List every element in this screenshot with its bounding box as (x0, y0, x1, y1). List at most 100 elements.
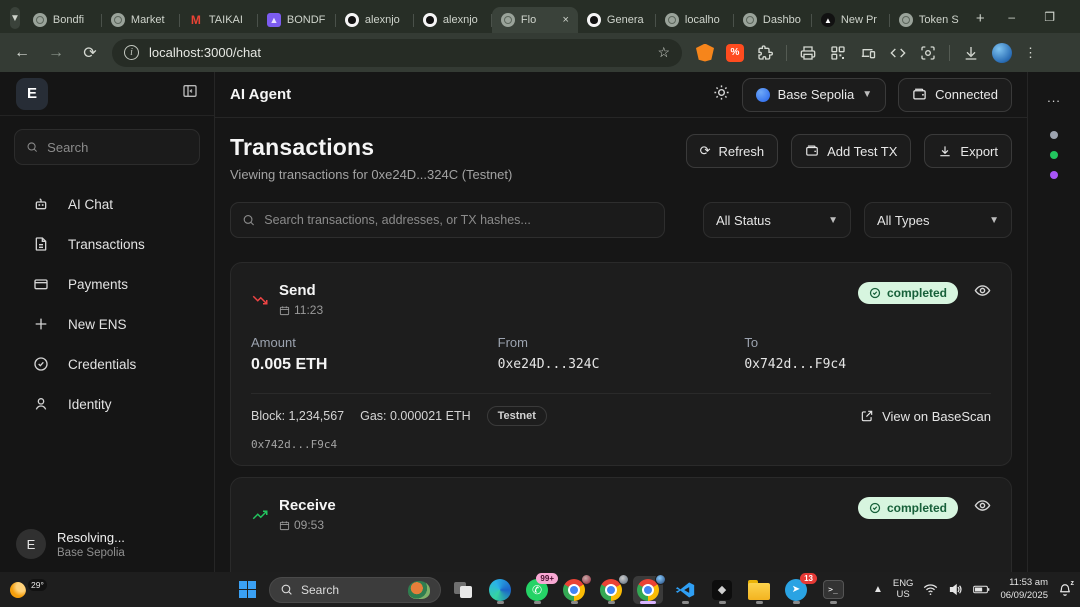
sidebar-search[interactable] (14, 129, 200, 165)
add-test-tx-button[interactable]: Add Test TX (791, 134, 912, 168)
browser-tab-alexnjo-1[interactable]: alexnjo (336, 7, 414, 33)
chrome-app-active[interactable] (633, 573, 666, 604)
site-info-icon[interactable]: i (124, 45, 139, 60)
notification-bell-icon[interactable]: z (1058, 580, 1074, 597)
url-bar[interactable]: i localhost:3000/chat ☆ (112, 38, 682, 67)
close-button[interactable]: ✕ (1069, 0, 1080, 33)
new-tab-button[interactable]: + (976, 10, 985, 27)
browser-tab-token[interactable]: Token S (890, 7, 968, 33)
sidebar-item-identity[interactable]: Identity (0, 384, 214, 424)
file-explorer-app[interactable] (744, 576, 774, 604)
weather-widget[interactable]: 29° (10, 578, 47, 598)
network-selector-label: Base Sepolia (777, 87, 855, 102)
edge-app[interactable] (485, 576, 515, 604)
sidebar-footer[interactable]: E Resolving... Base Sepolia (0, 516, 214, 572)
browser-tab-active-flo[interactable]: Flo × (491, 7, 578, 33)
status-filter-select[interactable]: All Status ▼ (703, 202, 851, 238)
user-icon (35, 398, 47, 410)
sidebar-item-payments[interactable]: Payments (0, 264, 214, 304)
sidebar-search-input[interactable] (47, 139, 188, 155)
browser-menu-icon[interactable]: ⋮ (1024, 45, 1038, 61)
url-text[interactable]: localhost:3000/chat (149, 45, 647, 60)
bookmark-star-icon[interactable]: ☆ (657, 44, 670, 61)
taskbar-search[interactable]: Search (269, 576, 441, 603)
taskbar-center: Search 99+ ✆ ◆ 13 ➤ >_ (232, 572, 848, 604)
export-button[interactable]: Export (924, 134, 1012, 168)
main-panel: AI Agent Base Sepolia ▼ Connected Transa… (215, 72, 1027, 572)
chrome-app-profile2[interactable] (596, 573, 629, 604)
page-subtitle: Viewing transactions for 0xe24D...324C (… (230, 167, 513, 182)
terminal-app[interactable]: >_ (818, 576, 848, 604)
sidebar-item-ai-chat[interactable]: AI Chat (0, 184, 214, 224)
cube-app[interactable]: ◆ (707, 576, 737, 604)
tab-search-button[interactable]: ▼ (10, 7, 20, 29)
sidebar-item-label: Identity (68, 396, 112, 412)
network-selector-button[interactable]: Base Sepolia ▼ (741, 77, 887, 112)
download-icon[interactable] (962, 44, 980, 62)
browser-tab-alexnjo-2[interactable]: alexnjo (414, 7, 492, 33)
sidebar-collapse-icon[interactable] (182, 83, 198, 104)
back-icon[interactable]: ← (10, 44, 34, 62)
external-link-icon (861, 410, 873, 422)
metamask-icon[interactable] (696, 43, 714, 62)
type-filter-select[interactable]: All Types ▼ (864, 202, 1012, 238)
screen-capture-icon[interactable] (919, 44, 937, 62)
extensions-puzzle-icon[interactable] (756, 44, 774, 62)
extension-icon[interactable]: % (726, 43, 744, 62)
wifi-icon[interactable] (923, 583, 938, 596)
theme-toggle-sun-icon[interactable] (713, 84, 730, 106)
chrome-app-profile1[interactable] (559, 573, 592, 604)
browser-tab-new-project[interactable]: ▲ New Pr (812, 7, 890, 33)
tab-close-icon[interactable]: × (562, 14, 568, 26)
refresh-button[interactable]: ⟳ Refresh (685, 134, 779, 168)
volume-icon[interactable] (948, 583, 963, 596)
sidebar-item-credentials[interactable]: Credentials (0, 344, 214, 384)
browser-tab-bondfi[interactable]: Bondfi (24, 7, 102, 33)
view-details-eye-icon[interactable] (974, 282, 991, 304)
transactions-search[interactable] (230, 202, 665, 238)
profile-avatar[interactable] (992, 42, 1012, 63)
forward-icon[interactable]: → (44, 44, 68, 62)
browser-tab-taikai[interactable]: M TAIKAI (180, 7, 258, 33)
browser-tab-bondf[interactable]: ▲ BONDF (258, 7, 336, 33)
transactions-search-input[interactable] (264, 213, 653, 227)
globe-favicon (500, 13, 515, 27)
battery-icon[interactable] (973, 584, 990, 595)
browser-tab-dashboard[interactable]: Dashbo (734, 7, 812, 33)
language-indicator[interactable]: ENG US (893, 578, 914, 601)
taskbar-search-label: Search (301, 582, 340, 597)
whatsapp-app[interactable]: 99+ ✆ (522, 572, 558, 604)
sidebar-item-transactions[interactable]: Transactions (0, 224, 214, 264)
chevron-down-icon: ▼ (989, 214, 999, 226)
devices-icon[interactable] (859, 44, 877, 62)
sidebar-item-new-ens[interactable]: New ENS (0, 304, 214, 344)
browser-tab-market[interactable]: Market (102, 7, 180, 33)
gray-dot-icon[interactable] (1050, 131, 1058, 139)
type-filter-value: All Types (877, 212, 930, 228)
reload-icon[interactable]: ⟳ (78, 43, 102, 63)
sidebar-item-label: Payments (68, 276, 129, 292)
vscode-app[interactable] (670, 576, 700, 604)
tab-label: Market (130, 14, 165, 26)
maximize-button[interactable]: ❐ (1031, 0, 1069, 33)
clock-widget[interactable]: 11:53 am 06/09/2025 (1000, 577, 1048, 602)
view-details-eye-icon[interactable] (974, 497, 991, 519)
globe-favicon (742, 13, 757, 27)
task-view-button[interactable] (448, 576, 478, 604)
minimize-button[interactable]: – (993, 0, 1031, 33)
telegram-app[interactable]: 13 ➤ (781, 572, 817, 604)
print-icon[interactable] (799, 44, 817, 62)
tray-expand-chevron-icon[interactable]: ▲ (873, 584, 883, 595)
telegram-badge: 13 (800, 572, 817, 584)
browser-tab-localhost[interactable]: localho (656, 7, 734, 33)
github-favicon (422, 13, 437, 27)
green-dot-icon[interactable] (1050, 151, 1058, 159)
qr-code-icon[interactable] (829, 44, 847, 62)
code-icon[interactable] (889, 44, 907, 62)
connected-button[interactable]: Connected (898, 77, 1012, 112)
browser-tab-genera[interactable]: Genera (578, 7, 656, 33)
start-button[interactable] (232, 576, 262, 604)
view-on-basescan-link[interactable]: View on BaseScan (860, 409, 991, 424)
panel-menu-icon[interactable]: ... (1047, 90, 1061, 105)
purple-dot-icon[interactable] (1050, 171, 1058, 179)
